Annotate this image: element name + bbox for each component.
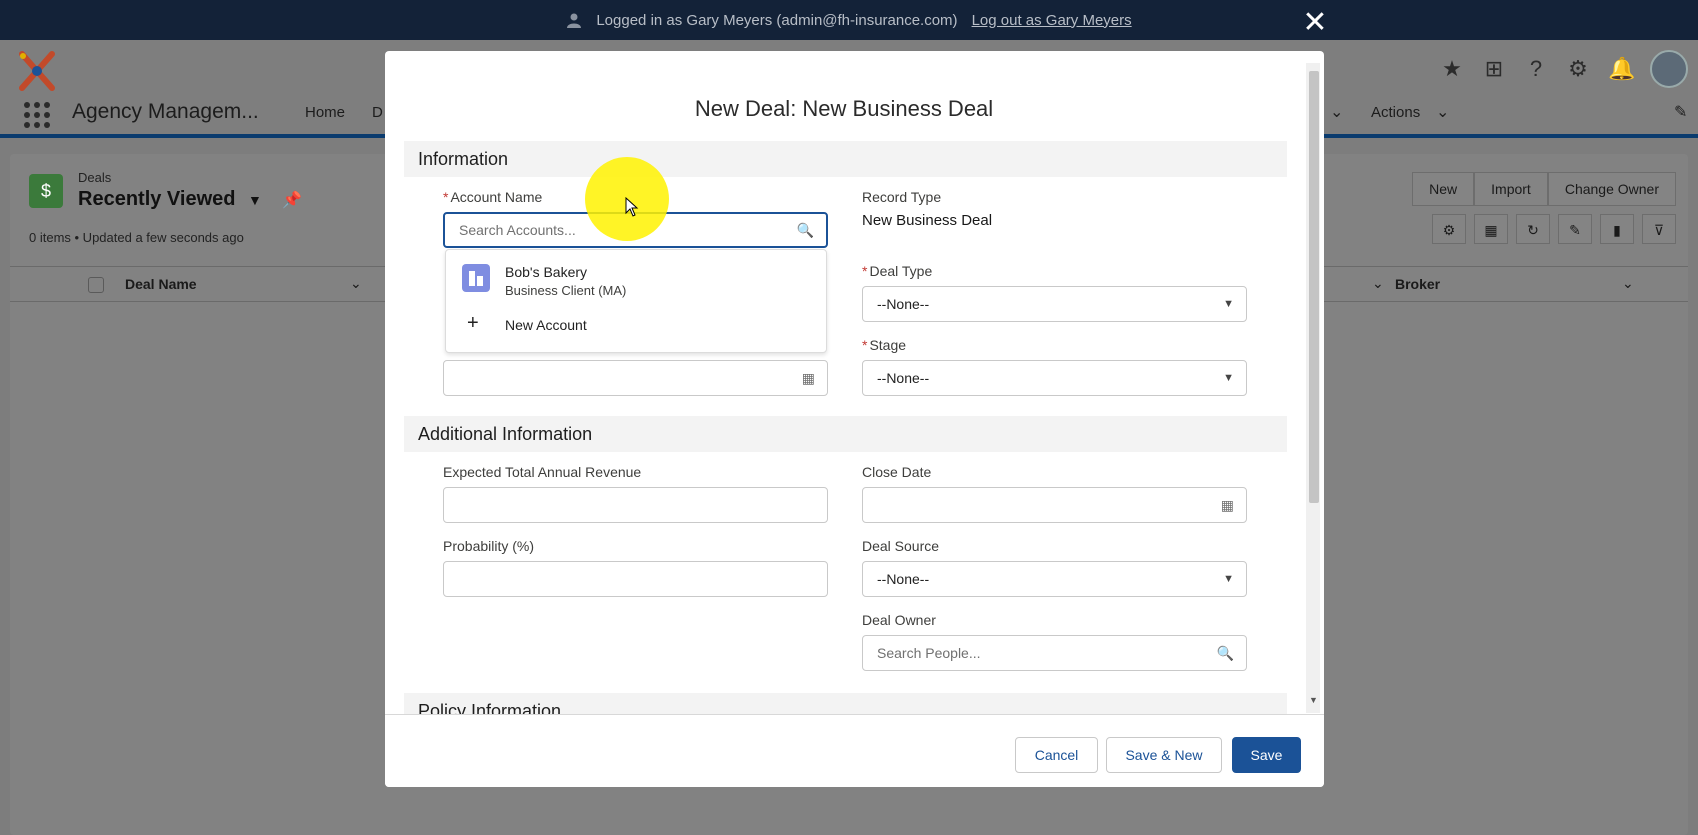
user-icon: [567, 13, 582, 28]
chevron-down-icon[interactable]: ⌄: [1372, 275, 1384, 292]
help-icon[interactable]: ?: [1524, 57, 1548, 81]
table-view-icon[interactable]: ▦: [1474, 214, 1508, 244]
star-icon[interactable]: ★: [1440, 57, 1464, 81]
record-type-value: New Business Deal: [862, 212, 993, 229]
calendar-icon[interactable]: ▦: [1221, 488, 1234, 522]
scroll-down-icon[interactable]: ▼: [1309, 695, 1318, 705]
app-name: Agency Managem...: [72, 100, 259, 123]
add-icon[interactable]: ⊞: [1482, 57, 1506, 81]
tab-deals[interactable]: D: [372, 104, 383, 121]
filter-icon[interactable]: ⊽: [1642, 214, 1676, 244]
probability-label: Probability (%): [443, 538, 535, 554]
caret-down-icon[interactable]: ▼: [248, 192, 262, 208]
lookup-result-name[interactable]: Bob's Bakery: [505, 264, 587, 280]
cancel-button[interactable]: Cancel: [1015, 737, 1098, 773]
search-icon: 🔍: [796, 222, 814, 238]
pin-icon[interactable]: 📌: [282, 190, 302, 210]
column-broker[interactable]: Broker: [1395, 276, 1440, 292]
deal-owner-input[interactable]: Search People... 🔍: [862, 635, 1247, 671]
list-toolbar: ⚙ ▦ ↻ ✎ ▮ ⊽: [1432, 214, 1676, 244]
expected-revenue-label: Expected Total Annual Revenue: [443, 464, 642, 480]
save-and-new-button[interactable]: Save & New: [1106, 737, 1222, 773]
select-all-checkbox[interactable]: [88, 277, 104, 293]
deal-source-select[interactable]: --None-- ▼: [862, 561, 1247, 597]
new-button[interactable]: New: [1412, 172, 1475, 206]
settings-icon[interactable]: ⚙: [1432, 214, 1466, 244]
scrollbar-thumb[interactable]: [1309, 71, 1319, 503]
caret-down-icon: ▼: [1223, 372, 1234, 384]
calendar-icon[interactable]: ▦: [802, 361, 815, 395]
avatar[interactable]: [1650, 50, 1688, 88]
save-button[interactable]: Save: [1232, 737, 1301, 773]
expected-revenue-input[interactable]: [443, 487, 828, 523]
modal-title: New Deal: New Business Deal: [694, 96, 994, 121]
login-as-text: Logged in as Gary Meyers (admin@fh-insur…: [596, 11, 958, 29]
object-name: Deals: [78, 170, 112, 185]
header-utility-icons: ★ ⊞ ? ⚙ 🔔: [1440, 50, 1688, 88]
stage-select[interactable]: --None-- ▼: [862, 360, 1247, 396]
close-date-label: Close Date: [862, 464, 932, 480]
change-owner-button[interactable]: Change Owner: [1547, 172, 1676, 206]
plus-icon[interactable]: +: [467, 312, 479, 335]
list-actions: New Import Change Owner: [1412, 172, 1676, 206]
chevron-down-icon[interactable]: ⌄: [1622, 275, 1634, 292]
search-icon: 🔍: [1216, 645, 1234, 661]
account-name-label: * Account Name: [443, 189, 543, 205]
bell-icon[interactable]: 🔔: [1608, 57, 1635, 81]
app-logo: [19, 51, 55, 91]
caret-down-icon: ▼: [1223, 573, 1234, 585]
gear-icon[interactable]: ⚙: [1566, 57, 1590, 81]
chevron-down-icon[interactable]: ⌄: [350, 275, 362, 292]
tab-actions[interactable]: Actions: [1371, 104, 1420, 121]
chevron-down-icon[interactable]: ⌄: [1330, 102, 1343, 122]
refresh-icon[interactable]: ↻: [1516, 214, 1550, 244]
tab-home[interactable]: Home: [305, 104, 345, 121]
edit-nav-icon[interactable]: ✎: [1674, 102, 1687, 122]
close-icon[interactable]: ✕: [1300, 8, 1330, 38]
list-meta: 0 items • Updated a few seconds ago: [29, 230, 244, 245]
modal-footer: Cancel Save & New Save: [385, 714, 1324, 787]
close-date-input[interactable]: ▦: [862, 487, 1247, 523]
deal-owner-label: Deal Owner: [862, 612, 936, 628]
logout-link[interactable]: Log out as Gary Meyers: [972, 12, 1132, 29]
new-deal-modal: New Deal: New Business Deal ▼ Informatio…: [385, 51, 1324, 787]
deals-object-icon: $: [29, 174, 63, 208]
section-information[interactable]: Information: [404, 141, 1287, 177]
record-type-label: Record Type: [862, 189, 942, 205]
edit-icon[interactable]: ✎: [1558, 214, 1592, 244]
account-lookup-dropdown: Bob's Bakery Business Client (MA) + New …: [445, 249, 827, 353]
mouse-pointer-icon: [625, 197, 639, 217]
stage-label: * Stage: [862, 337, 907, 353]
deal-type-label: * Deal Type: [862, 263, 933, 279]
new-account-option[interactable]: New Account: [505, 317, 587, 333]
deal-source-label: Deal Source: [862, 538, 940, 554]
login-as-bar: Logged in as Gary Meyers (admin@fh-insur…: [0, 0, 1698, 40]
caret-down-icon: ▼: [1223, 298, 1234, 310]
list-view-name[interactable]: Recently Viewed: [78, 188, 235, 211]
lookup-result-subtitle: Business Client (MA): [505, 283, 627, 298]
section-additional-information[interactable]: Additional Information: [404, 416, 1287, 452]
deal-type-select[interactable]: --None-- ▼: [862, 286, 1247, 322]
account-icon: [462, 264, 490, 292]
app-launcher-icon[interactable]: [24, 102, 50, 128]
column-deal-name[interactable]: Deal Name: [125, 276, 197, 292]
probability-input[interactable]: [443, 561, 828, 597]
chart-icon[interactable]: ▮: [1600, 214, 1634, 244]
import-button[interactable]: Import: [1474, 172, 1548, 206]
chevron-down-icon[interactable]: ⌄: [1436, 102, 1449, 122]
date-field[interactable]: ▦: [443, 360, 828, 396]
